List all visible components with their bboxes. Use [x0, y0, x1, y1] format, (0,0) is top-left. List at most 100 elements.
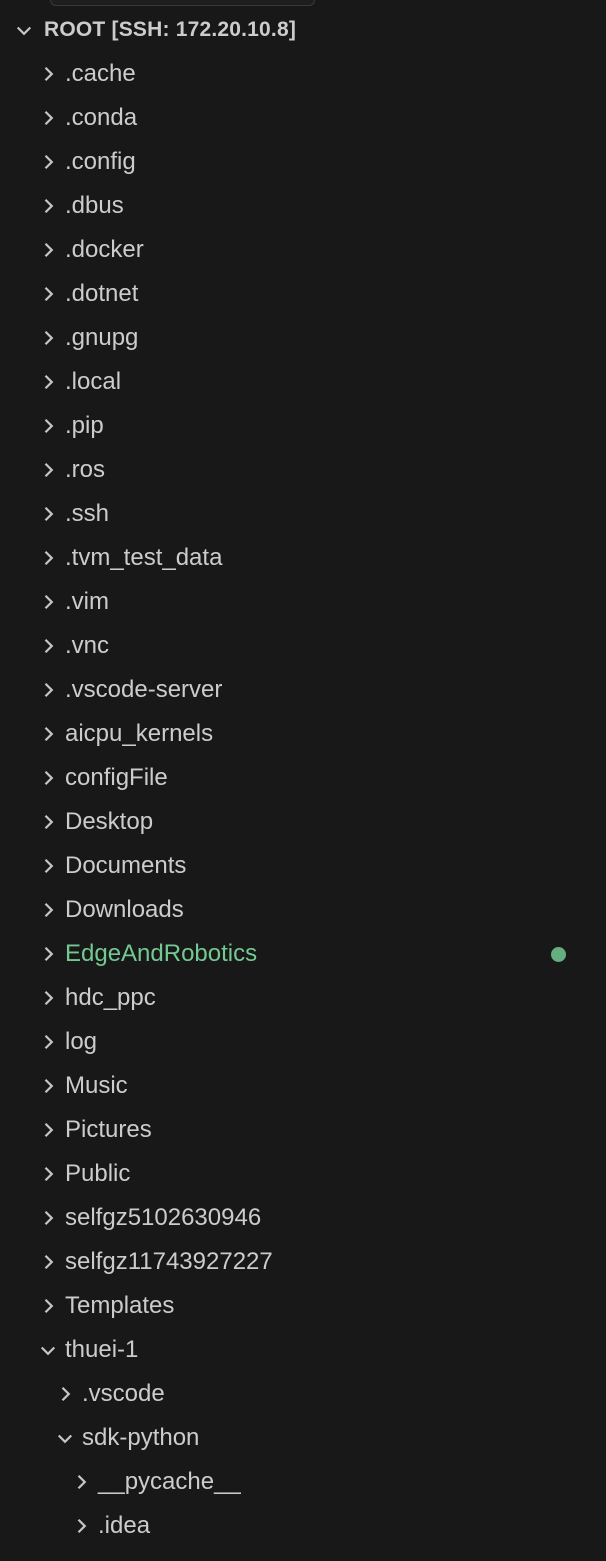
- chevron-down-icon: [34, 1336, 62, 1364]
- tree-item-label: sdk-python: [82, 1424, 200, 1451]
- tree-item[interactable]: configFile: [0, 756, 606, 800]
- chevron-right-icon: [34, 1248, 62, 1276]
- tree-item-label: .pip: [65, 412, 104, 439]
- tree-item[interactable]: .config: [0, 140, 606, 184]
- tree-item-label: selfgz11743927227: [65, 1248, 273, 1275]
- tree-item-label: Public: [65, 1160, 131, 1187]
- explorer-root-header[interactable]: ROOT [SSH: 172.20.10.8]: [0, 8, 606, 52]
- file-explorer: ROOT [SSH: 172.20.10.8] .cache .conda .con…: [0, 8, 606, 1548]
- tree-item-label: Templates: [65, 1292, 175, 1319]
- chevron-right-icon: [34, 456, 62, 484]
- chevron-right-icon: [67, 1512, 95, 1540]
- tree-item-label: Music: [65, 1072, 128, 1099]
- tree-item-label: hdc_ppc: [65, 984, 156, 1011]
- tree-item-label: .local: [65, 368, 122, 395]
- chevron-right-icon: [34, 676, 62, 704]
- tree-item[interactable]: thuei-1: [0, 1328, 606, 1372]
- tree-item[interactable]: Templates: [0, 1284, 606, 1328]
- tree-item[interactable]: hdc_ppc: [0, 976, 606, 1020]
- tree-item-label: .dotnet: [65, 280, 139, 307]
- tree-item-label: Downloads: [65, 896, 184, 923]
- tree-item[interactable]: .dotnet: [0, 272, 606, 316]
- tree-item[interactable]: .dbus: [0, 184, 606, 228]
- tree-item[interactable]: .vscode-server: [0, 668, 606, 712]
- tree-item[interactable]: .gnupg: [0, 316, 606, 360]
- chevron-right-icon: [34, 632, 62, 660]
- chevron-right-icon: [51, 1380, 79, 1408]
- tree-item[interactable]: .ssh: [0, 492, 606, 536]
- chevron-right-icon: [34, 236, 62, 264]
- chevron-right-icon: [34, 500, 62, 528]
- tree-item-label: .config: [65, 148, 136, 175]
- tree-item-label: .ros: [65, 456, 106, 483]
- tree-item[interactable]: Music: [0, 1064, 606, 1108]
- tree-item-label: aicpu_kernels: [65, 720, 214, 747]
- tree-item-label: EdgeAndRobotics: [65, 940, 258, 967]
- tree-item-label: Desktop: [65, 808, 154, 835]
- tree-item[interactable]: .conda: [0, 96, 606, 140]
- tree-item[interactable]: selfgz11743927227: [0, 1240, 606, 1284]
- chevron-right-icon: [34, 104, 62, 132]
- chevron-right-icon: [34, 852, 62, 880]
- tree-item-label: selfgz5102630946: [65, 1204, 262, 1231]
- tree-item[interactable]: .local: [0, 360, 606, 404]
- tree-item-label: .ssh: [65, 500, 110, 527]
- chevron-right-icon: [34, 940, 62, 968]
- root-folder-label: ROOT [SSH: 172.20.10.8]: [44, 18, 297, 41]
- chevron-right-icon: [34, 192, 62, 220]
- tree-item[interactable]: Downloads: [0, 888, 606, 932]
- chevron-right-icon: [34, 412, 62, 440]
- tree-item-label: configFile: [65, 764, 168, 791]
- tree-item[interactable]: .docker: [0, 228, 606, 272]
- tree-item[interactable]: .idea: [0, 1504, 606, 1548]
- chevron-right-icon: [34, 324, 62, 352]
- chevron-right-icon: [34, 896, 62, 924]
- tree-item[interactable]: sdk-python: [0, 1416, 606, 1460]
- tree-item[interactable]: Pictures: [0, 1108, 606, 1152]
- chevron-right-icon: [34, 368, 62, 396]
- chevron-down-icon: [51, 1424, 79, 1452]
- tree-item[interactable]: log: [0, 1020, 606, 1064]
- tree-item-label: log: [65, 1028, 98, 1055]
- chevron-right-icon: [34, 1116, 62, 1144]
- tree-item-label: .vim: [65, 588, 109, 615]
- chevron-right-icon: [34, 1204, 62, 1232]
- tree-item-label: .gnupg: [65, 324, 139, 351]
- tree-item[interactable]: aicpu_kernels: [0, 712, 606, 756]
- tree-item[interactable]: .vnc: [0, 624, 606, 668]
- chevron-right-icon: [34, 1072, 62, 1100]
- tree-item-label: .dbus: [65, 192, 124, 219]
- chevron-right-icon: [34, 1292, 62, 1320]
- tree-item-label: .vscode: [82, 1380, 165, 1407]
- tree-item-label: Pictures: [65, 1116, 152, 1143]
- chevron-right-icon: [34, 1160, 62, 1188]
- tree-item[interactable]: Desktop: [0, 800, 606, 844]
- tree-item-label: .idea: [98, 1512, 151, 1539]
- tree-item-label: .tvm_test_data: [65, 544, 223, 571]
- overlay-panel-edge: [50, 0, 315, 6]
- modified-status-dot-icon: [551, 947, 566, 962]
- tree-item[interactable]: .cache: [0, 52, 606, 96]
- tree-item[interactable]: .vscode: [0, 1372, 606, 1416]
- chevron-right-icon: [34, 808, 62, 836]
- folder-tree: .cache .conda .config .dbus .docker .dotnet .g…: [0, 52, 606, 1548]
- chevron-right-icon: [34, 148, 62, 176]
- chevron-right-icon: [34, 60, 62, 88]
- tree-item[interactable]: Public: [0, 1152, 606, 1196]
- tree-item[interactable]: .ros: [0, 448, 606, 492]
- tree-item-label: .vscode-server: [65, 676, 223, 703]
- tree-item[interactable]: .vim: [0, 580, 606, 624]
- tree-item-label: .vnc: [65, 632, 110, 659]
- chevron-right-icon: [34, 1028, 62, 1056]
- tree-item-label: .docker: [65, 236, 144, 263]
- chevron-right-icon: [34, 544, 62, 572]
- tree-item[interactable]: __pycache__: [0, 1460, 606, 1504]
- tree-item[interactable]: .tvm_test_data: [0, 536, 606, 580]
- chevron-right-icon: [34, 280, 62, 308]
- tree-item[interactable]: .pip: [0, 404, 606, 448]
- chevron-right-icon: [34, 720, 62, 748]
- tree-item-label: .cache: [65, 60, 136, 87]
- tree-item[interactable]: Documents: [0, 844, 606, 888]
- tree-item[interactable]: EdgeAndRobotics: [0, 932, 606, 976]
- tree-item[interactable]: selfgz5102630946: [0, 1196, 606, 1240]
